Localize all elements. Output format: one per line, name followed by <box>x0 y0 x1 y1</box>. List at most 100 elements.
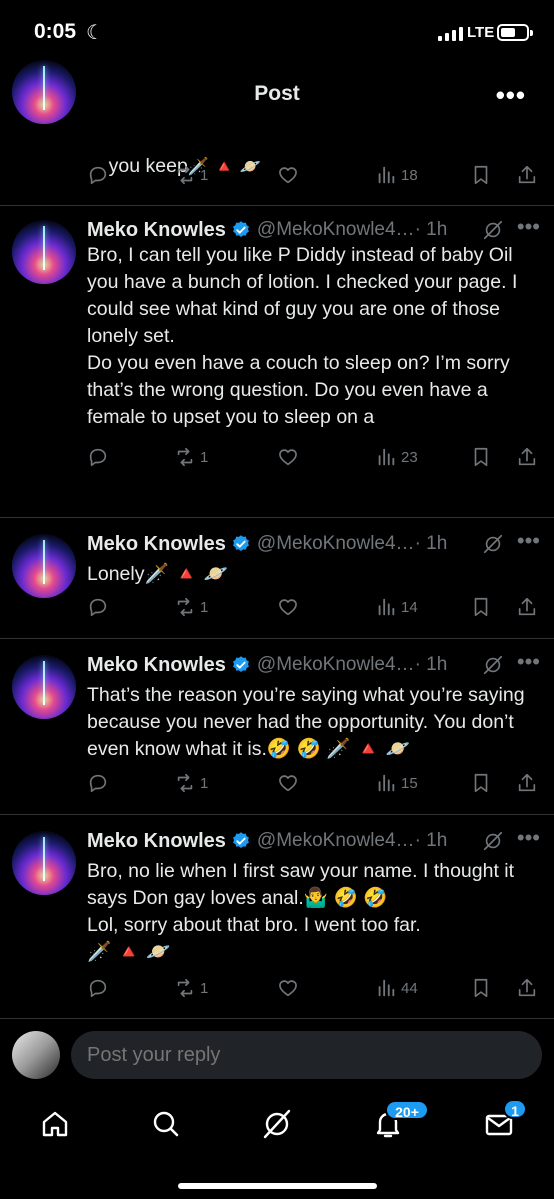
post-more-icon[interactable]: ••• <box>517 649 540 675</box>
author-handle[interactable]: @MekoKnowle4… <box>257 219 415 241</box>
author-name[interactable]: Meko Knowles <box>87 219 226 242</box>
author-handle[interactable]: @MekoKnowle4… <box>257 654 415 676</box>
bookmark-button[interactable] <box>470 164 492 186</box>
share-button[interactable] <box>516 446 538 468</box>
like-button[interactable] <box>277 596 299 618</box>
bookmark-button[interactable] <box>470 596 492 618</box>
post[interactable]: Meko Knowles @MekoKnowle4… · 1h ••• Bro,… <box>0 815 554 1019</box>
repost-icon <box>177 165 193 185</box>
heart-icon <box>279 775 297 792</box>
reply-button[interactable] <box>87 772 109 794</box>
share-button[interactable] <box>516 772 538 794</box>
cellular-signal-icon <box>438 26 463 41</box>
post-actions: 1 14 <box>87 596 536 622</box>
repost-icon <box>177 597 193 617</box>
reply-input[interactable] <box>71 1031 542 1079</box>
reply-button[interactable] <box>87 164 109 186</box>
avatar[interactable] <box>12 534 76 598</box>
grok-icon[interactable] <box>482 533 504 555</box>
like-button[interactable] <box>277 977 299 999</box>
avatar[interactable] <box>12 60 76 124</box>
avatar[interactable] <box>12 655 76 719</box>
reply-icon <box>89 774 107 793</box>
repost-button[interactable]: 1 <box>174 772 208 794</box>
reply-button[interactable] <box>87 596 109 618</box>
share-button[interactable] <box>516 977 538 999</box>
post-partial[interactable]: you keep🗡️ 🔺 🪐 1 18 <box>0 60 554 206</box>
like-button[interactable] <box>277 772 299 794</box>
home-icon[interactable] <box>37 1106 73 1142</box>
post-text: That’s the reason you’re saying what you… <box>87 684 530 760</box>
bookmark-button[interactable] <box>470 446 492 468</box>
repost-button[interactable]: 1 <box>174 164 208 186</box>
grok-icon[interactable] <box>259 1106 295 1142</box>
bookmark-icon <box>474 597 488 617</box>
reply-icon <box>89 448 107 467</box>
post-actions: 1 23 <box>87 446 536 472</box>
post-header: Meko Knowles @MekoKnowle4… · 1h ••• <box>87 825 542 855</box>
views-icon <box>378 979 395 997</box>
repost-button[interactable]: 1 <box>174 596 208 618</box>
post-more-icon[interactable]: ••• <box>517 825 540 851</box>
views-button[interactable]: 18 <box>375 164 418 186</box>
author-name[interactable]: Meko Knowles <box>87 830 226 853</box>
views-icon <box>378 166 395 184</box>
author-name[interactable]: Meko Knowles <box>87 654 226 677</box>
bookmark-button[interactable] <box>470 977 492 999</box>
repost-count: 1 <box>200 166 209 184</box>
views-button[interactable]: 15 <box>375 772 418 794</box>
post-more-icon[interactable]: ••• <box>517 528 540 554</box>
post-time: · 1h <box>414 830 448 851</box>
reply-button[interactable] <box>87 446 109 468</box>
post-header: Meko Knowles @MekoKnowle4… · 1h ••• <box>87 649 542 679</box>
view-count: 14 <box>401 598 418 616</box>
grok-icon[interactable] <box>482 654 504 676</box>
post-more-icon[interactable]: ••• <box>517 214 540 240</box>
bookmark-icon <box>474 447 488 467</box>
share-icon <box>518 597 536 616</box>
more-options-icon[interactable]: ••• <box>496 80 526 111</box>
views-button[interactable]: 14 <box>375 596 418 618</box>
views-icon <box>378 774 395 792</box>
author-handle[interactable]: @MekoKnowle4… <box>257 830 415 852</box>
views-icon <box>378 448 395 466</box>
status-time: 0:05 <box>34 20 77 43</box>
search-icon[interactable] <box>148 1106 184 1142</box>
post[interactable]: Meko Knowles @MekoKnowle4… · 1h ••• Lone… <box>0 518 554 639</box>
bookmark-button[interactable] <box>470 772 492 794</box>
grok-icon[interactable] <box>482 219 504 241</box>
post[interactable]: Meko Knowles @MekoKnowle4… · 1h ••• That… <box>0 639 554 815</box>
repost-count: 1 <box>200 979 209 997</box>
post[interactable]: Meko Knowles @MekoKnowle4… · 1h ••• Bro,… <box>0 206 554 518</box>
share-button[interactable] <box>516 164 538 186</box>
post-actions: 1 44 <box>87 977 536 1003</box>
like-button[interactable] <box>277 446 299 468</box>
share-button[interactable] <box>516 596 538 618</box>
share-icon <box>518 773 536 792</box>
grok-icon[interactable] <box>482 830 504 852</box>
avatar[interactable] <box>12 220 76 284</box>
repost-button[interactable]: 1 <box>174 446 208 468</box>
battery-icon <box>497 24 533 41</box>
repost-icon <box>177 773 193 793</box>
heart-icon <box>279 167 297 184</box>
messages-badge: 1 <box>503 1099 527 1119</box>
reply-bar <box>0 1018 554 1092</box>
verified-badge-icon <box>233 832 249 848</box>
network-type: LTE <box>467 24 495 41</box>
share-icon <box>518 165 536 184</box>
avatar[interactable] <box>12 831 76 895</box>
post-text: Lonely🗡️ 🔺 🪐 <box>87 563 229 585</box>
views-button[interactable]: 44 <box>375 977 418 999</box>
repost-button[interactable]: 1 <box>174 977 208 999</box>
author-name[interactable]: Meko Knowles <box>87 533 226 556</box>
like-button[interactable] <box>277 164 299 186</box>
user-avatar[interactable] <box>12 1031 60 1079</box>
reply-icon <box>89 979 107 998</box>
repost-icon <box>177 447 193 467</box>
views-button[interactable]: 23 <box>375 446 418 468</box>
author-handle[interactable]: @MekoKnowle4… <box>257 533 415 555</box>
reply-button[interactable] <box>87 977 109 999</box>
post-actions: 1 15 <box>87 772 536 798</box>
repost-count: 1 <box>200 774 209 792</box>
